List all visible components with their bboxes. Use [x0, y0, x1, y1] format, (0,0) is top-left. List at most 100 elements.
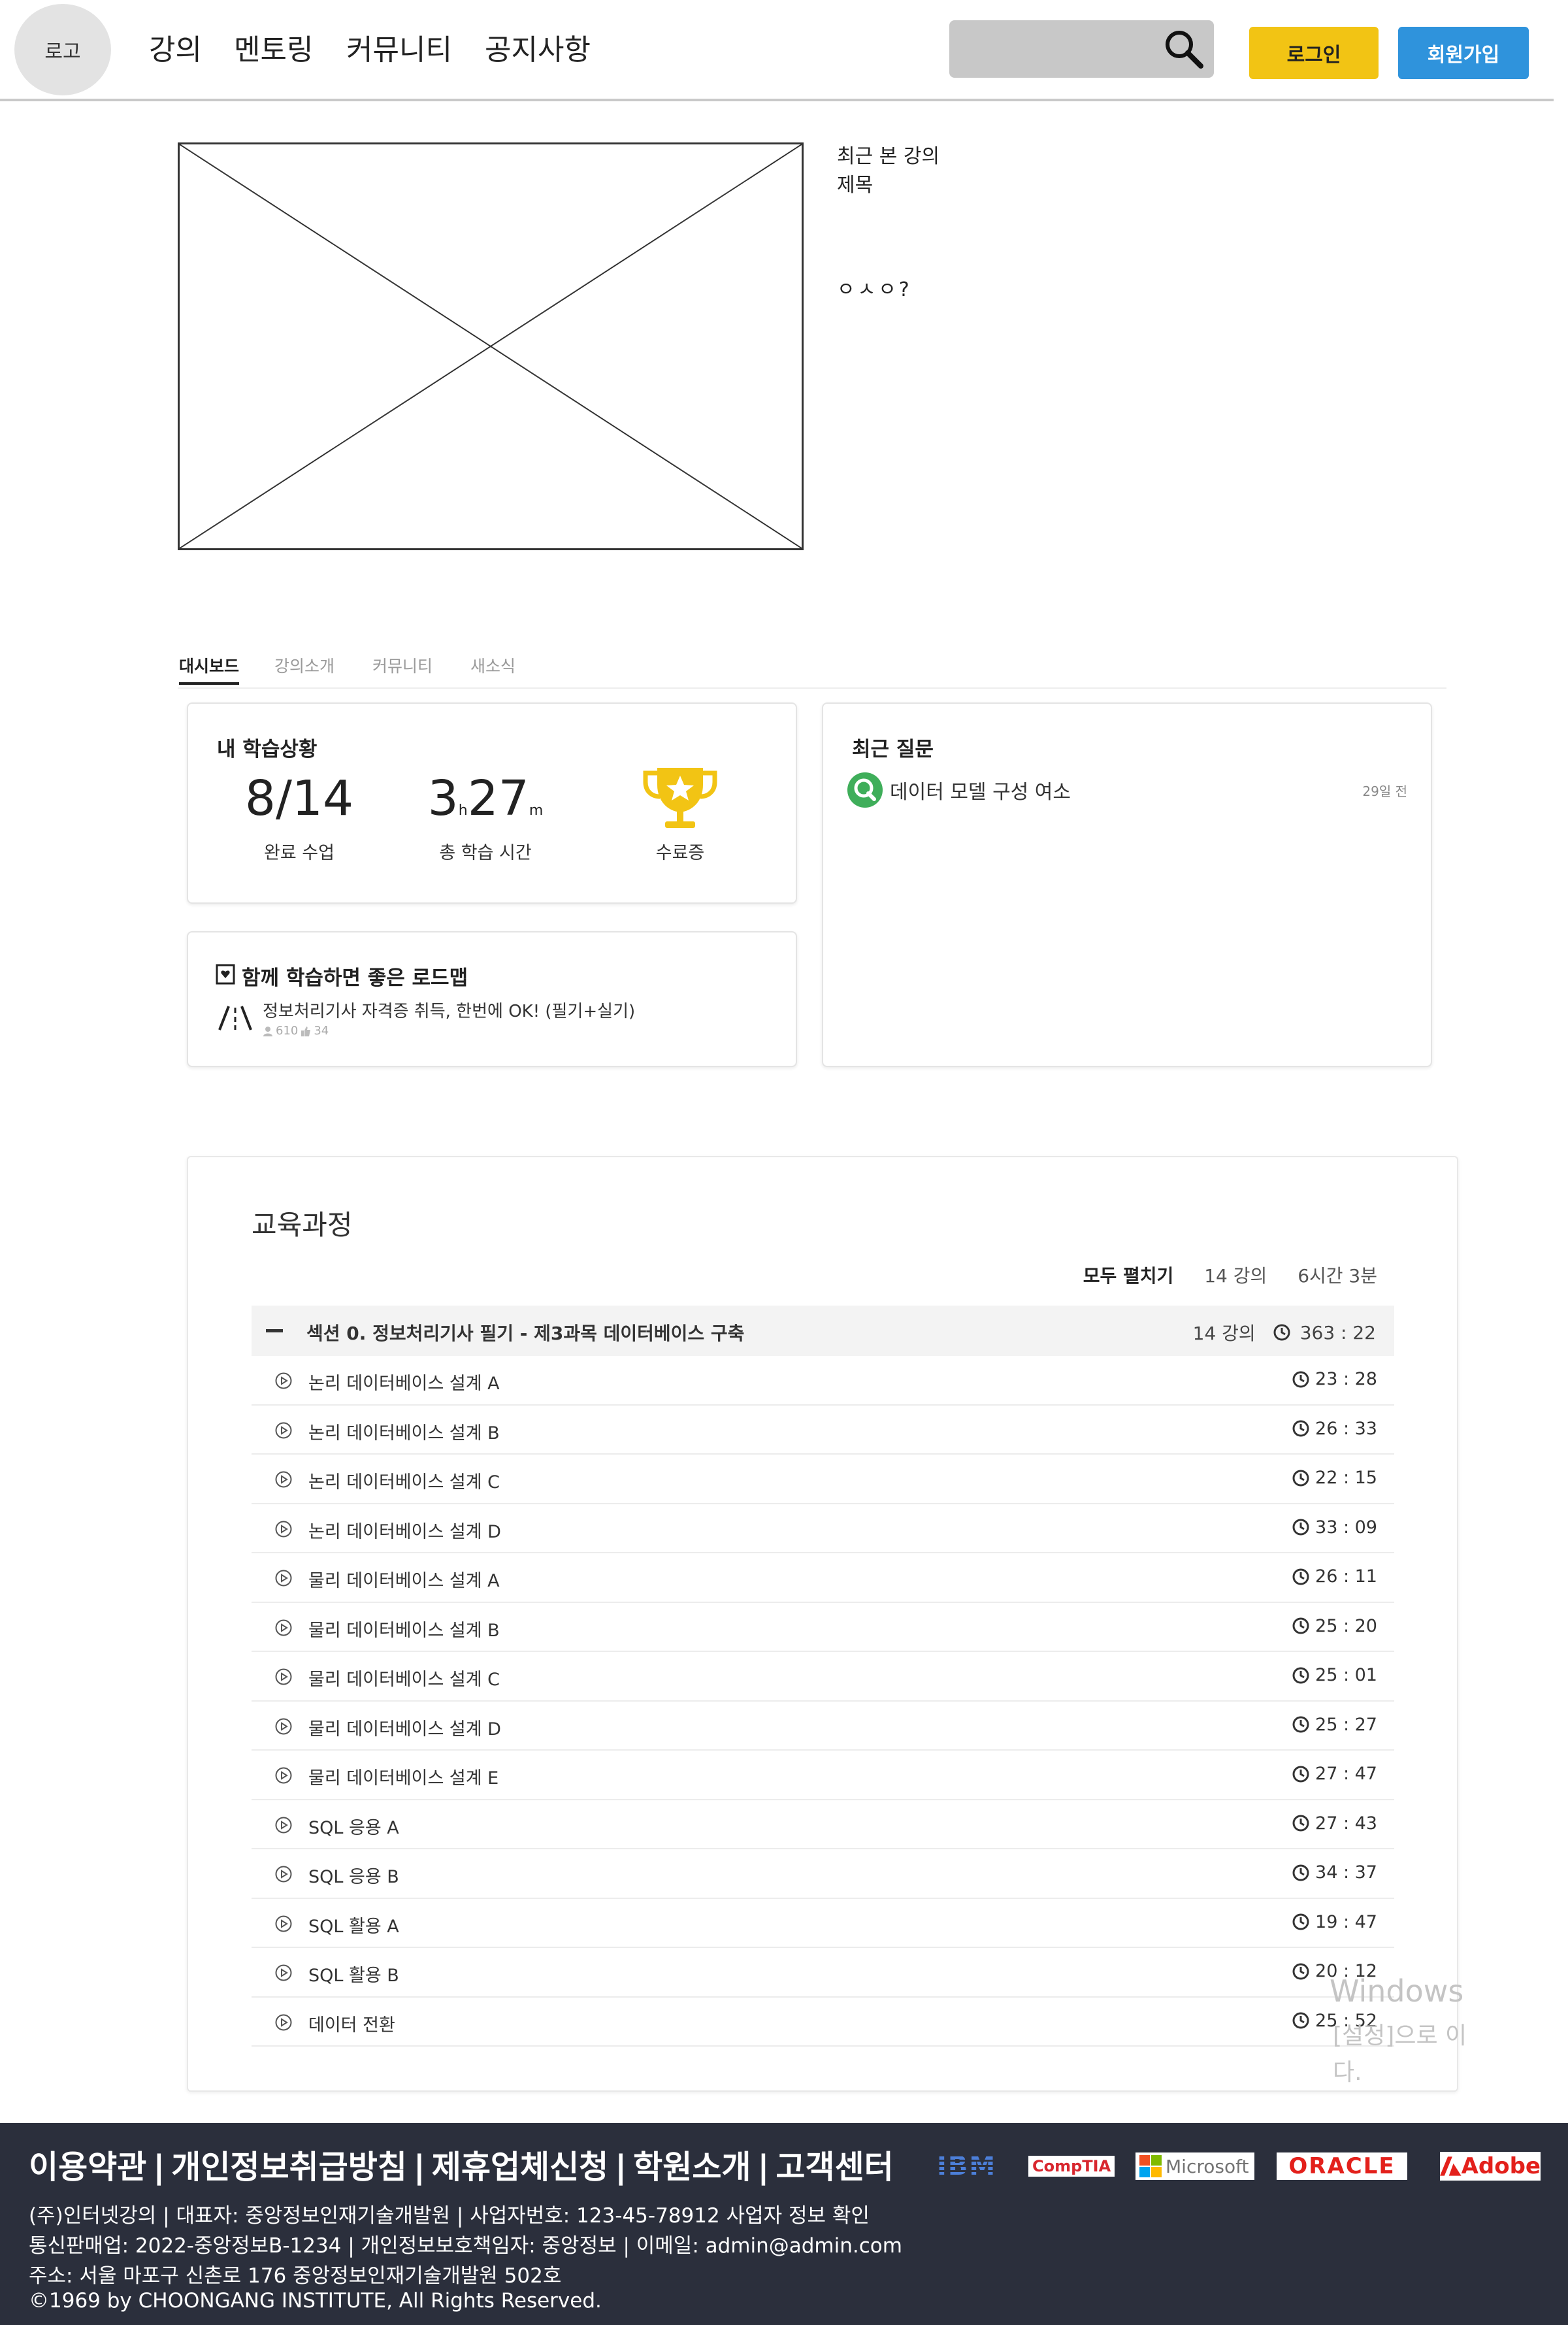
lesson-title[interactable]: 논리 데이터베이스 설계 B [308, 1419, 500, 1444]
play-icon[interactable] [274, 2013, 293, 2032]
lesson-row[interactable]: 논리 데이터베이스 설계 D 33 : 09 [252, 1504, 1394, 1553]
recent-course-label: 최근 본 강의 [837, 145, 940, 168]
footer-business-info: 통신판매업: 2022-중앙정보B-1234 | 개인정보보호책임자: 중앙정보… [29, 2234, 902, 2258]
lesson-row[interactable]: SQL 활용 A 19 : 47 [252, 1899, 1394, 1948]
lesson-row[interactable]: 물리 데이터베이스 설계 C 25 : 01 [252, 1652, 1394, 1702]
curriculum-card: 교육과정 모두 펼치기 14 강의 6시간 3분 섹션 0. 정보처리기사 필기… [187, 1156, 1458, 2092]
signup-button[interactable]: 회원가입 [1398, 27, 1529, 79]
lesson-time-text: 22 : 15 [1315, 1468, 1377, 1488]
play-icon[interactable] [274, 1915, 293, 1933]
login-button[interactable]: 로그인 [1249, 27, 1379, 79]
lesson-duration: 23 : 28 [1292, 1369, 1377, 1389]
lesson-title[interactable]: SQL 응용 B [308, 1862, 399, 1888]
lesson-title[interactable]: SQL 활용 B [308, 1961, 399, 1987]
roadmap-item[interactable]: 정보처리기사 자격증 취득, 한번에 OK! (필기+실기) [263, 998, 635, 1022]
lesson-duration: 25 : 01 [1292, 1665, 1377, 1685]
nav-lectures[interactable]: 강의 [149, 26, 202, 68]
adobe-logo: Adobe [1440, 2152, 1541, 2181]
lesson-row[interactable]: 물리 데이터베이스 설계 B 25 : 20 [252, 1603, 1394, 1652]
lesson-time-text: 19 : 47 [1315, 1911, 1377, 1932]
lesson-title[interactable]: 물리 데이터베이스 설계 D [308, 1715, 501, 1740]
lesson-row[interactable]: 물리 데이터베이스 설계 E 27 : 47 [252, 1751, 1394, 1800]
lesson-time-text: 25 : 01 [1315, 1665, 1377, 1685]
play-icon[interactable] [274, 1421, 293, 1440]
lesson-title[interactable]: 논리 데이터베이스 설계 C [308, 1468, 500, 1493]
logo[interactable]: 로고 [14, 4, 111, 95]
course-thumbnail-placeholder[interactable] [178, 142, 804, 550]
lesson-row[interactable]: 데이터 전환 25 : 52 [252, 1998, 1394, 2047]
lesson-row[interactable]: 논리 데이터베이스 설계 A 23 : 28 [252, 1356, 1394, 1406]
question-item[interactable]: 데이터 모델 구성 여소 [890, 776, 1071, 804]
lesson-row[interactable]: SQL 응용 A 27 : 43 [252, 1800, 1394, 1849]
minutes-unit: m [529, 802, 544, 819]
play-icon[interactable] [274, 1816, 293, 1834]
lesson-title[interactable]: 데이터 전환 [308, 2011, 395, 2036]
lesson-duration: 25 : 27 [1292, 1715, 1377, 1735]
play-icon[interactable] [274, 1569, 293, 1587]
lesson-row[interactable]: 물리 데이터베이스 설계 D 25 : 27 [252, 1702, 1394, 1751]
section-title: 섹션 0. 정보처리기사 필기 - 제3과목 데이터베이스 구축 [306, 1323, 745, 1344]
microsoft-logo: Microsoft [1135, 2152, 1254, 2180]
clock-icon [1292, 1913, 1309, 1930]
lesson-title[interactable]: SQL 응용 A [308, 1813, 399, 1839]
lesson-title[interactable]: SQL 활용 A [308, 1912, 399, 1938]
clock-icon [1292, 1568, 1309, 1585]
lesson-duration: 22 : 15 [1292, 1468, 1377, 1488]
play-icon[interactable] [274, 1717, 293, 1736]
lesson-title[interactable]: 물리 데이터베이스 설계 B [308, 1616, 500, 1641]
lesson-title[interactable]: 논리 데이터베이스 설계 D [308, 1517, 501, 1543]
link-partnership[interactable]: 제휴업체신청 [432, 2149, 608, 2186]
play-icon[interactable] [274, 1619, 293, 1637]
lesson-title[interactable]: 물리 데이터베이스 설계 E [308, 1764, 498, 1789]
lesson-row[interactable]: 물리 데이터베이스 설계 A 26 : 11 [252, 1553, 1394, 1603]
play-icon[interactable] [274, 1470, 293, 1489]
play-icon[interactable] [274, 1865, 293, 1883]
curriculum-summary: 모두 펼치기 14 강의 6시간 3분 [1083, 1262, 1377, 1288]
footer-links: 이용약관 | 개인정보취급방침 | 제휴업체신청 | 학원소개 | 고객센터 [29, 2149, 894, 2186]
play-icon[interactable] [274, 1372, 293, 1390]
section-header[interactable]: 섹션 0. 정보처리기사 필기 - 제3과목 데이터베이스 구축 14 강의 3… [252, 1306, 1394, 1356]
lesson-duration: 27 : 47 [1292, 1764, 1377, 1784]
section-meta: 14 강의 363 : 22 [1193, 1319, 1376, 1345]
nav-notice[interactable]: 공지사항 [485, 26, 591, 68]
tab-intro[interactable]: 강의소개 [274, 653, 335, 677]
link-privacy[interactable]: 개인정보취급방침 [171, 2149, 407, 2186]
roadmap-icon [216, 964, 235, 985]
lesson-duration: 26 : 11 [1292, 1566, 1377, 1587]
collapse-icon[interactable] [266, 1329, 283, 1332]
lesson-row[interactable]: 논리 데이터베이스 설계 B 26 : 33 [252, 1406, 1394, 1455]
roadmap-card: 함께 학습하면 좋은 로드맵 정보처리기사 자격증 취득, 한번에 OK! (필… [187, 931, 797, 1067]
lesson-title[interactable]: 논리 데이터베이스 설계 A [308, 1369, 500, 1394]
play-icon[interactable] [274, 1668, 293, 1686]
play-icon[interactable] [274, 1520, 293, 1538]
lesson-row[interactable]: SQL 응용 B 34 : 37 [252, 1849, 1394, 1899]
recent-course-title: 제목 [837, 174, 874, 197]
study-time-minutes: 27 [467, 770, 529, 827]
nav-mentoring[interactable]: 멘토링 [234, 26, 313, 68]
lesson-row[interactable]: SQL 활용 B 20 : 12 [252, 1948, 1394, 1998]
tab-dashboard[interactable]: 대시보드 [179, 653, 240, 685]
nav-community[interactable]: 커뮤니티 [346, 26, 452, 68]
lesson-title[interactable]: 물리 데이터베이스 설계 C [308, 1665, 500, 1690]
lesson-title[interactable]: 물리 데이터베이스 설계 A [308, 1566, 500, 1592]
search-icon[interactable] [1162, 27, 1206, 71]
play-icon[interactable] [274, 1964, 293, 1982]
tab-news[interactable]: 새소식 [470, 653, 515, 677]
tab-community[interactable]: 커뮤니티 [372, 653, 433, 677]
activation-watermark-line2: [설정]으로 이 [1333, 2022, 1467, 2049]
lesson-row[interactable]: 논리 데이터베이스 설계 C 22 : 15 [252, 1455, 1394, 1504]
microsoft-icon [1139, 2155, 1162, 2177]
trophy-icon[interactable] [642, 765, 719, 833]
total-duration: 6시간 3분 [1298, 1265, 1377, 1287]
study-time-label: 총 학습 시간 [439, 843, 532, 863]
link-about[interactable]: 학원소개 [633, 2149, 751, 2186]
lesson-duration: 26 : 33 [1292, 1419, 1377, 1439]
link-support[interactable]: 고객센터 [776, 2149, 893, 2186]
expand-all-button[interactable]: 모두 펼치기 [1083, 1265, 1174, 1287]
search-input[interactable] [949, 20, 1214, 78]
lesson-time-text: 26 : 11 [1315, 1566, 1377, 1587]
link-terms[interactable]: 이용약관 [29, 2149, 146, 2186]
roadmap-stats: 610 34 [263, 1024, 329, 1038]
play-icon[interactable] [274, 1766, 293, 1785]
ibm-logo: IBM [937, 2151, 997, 2181]
